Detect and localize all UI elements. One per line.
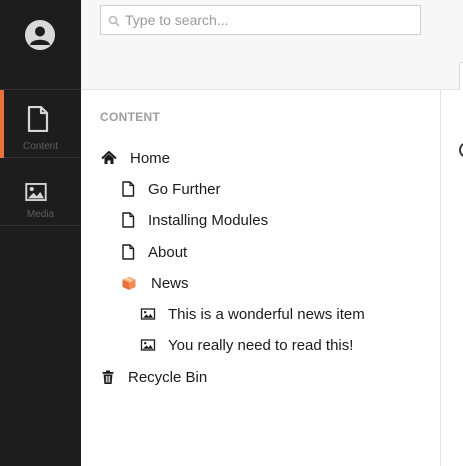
document-icon	[122, 181, 135, 197]
tree-node-label: About	[148, 243, 188, 261]
document-icon	[122, 212, 135, 228]
tree-node-label: News	[151, 274, 189, 292]
search-box[interactable]	[100, 5, 421, 35]
tree-node-news-item[interactable]: You really need to read this!	[140, 334, 353, 356]
avatar[interactable]	[25, 20, 55, 50]
tree-node-label: Recycle Bin	[128, 368, 208, 386]
tree-panel: CONTENT Home Go Further Installing Modul…	[81, 0, 441, 466]
tree-node-about[interactable]: About	[120, 241, 187, 263]
tree-node-news[interactable]: News	[121, 272, 189, 294]
tree-node-installing-modules[interactable]: Installing Modules	[120, 209, 268, 231]
trash-icon	[102, 370, 114, 384]
section-content[interactable]: Content	[0, 90, 81, 158]
search-icon	[108, 15, 120, 27]
loading-indicator	[459, 142, 463, 158]
image-icon	[25, 183, 47, 201]
section-media[interactable]: Media	[0, 158, 81, 226]
image-icon	[140, 308, 156, 320]
section-media-label: Media	[26, 209, 55, 220]
search-area	[81, 0, 441, 90]
document-icon	[122, 244, 135, 260]
image-icon	[140, 339, 156, 351]
tree-node-label: This is a wonderful news item	[168, 305, 365, 323]
tree-node-label: Go Further	[148, 180, 221, 198]
tree-node-go-further[interactable]: Go Further	[120, 178, 221, 200]
user-area	[0, 0, 81, 90]
search-input[interactable]	[125, 9, 415, 31]
workspace	[441, 0, 463, 466]
tree-heading: CONTENT	[100, 110, 161, 124]
document-icon	[27, 106, 49, 132]
tree-node-label: You really need to read this!	[168, 336, 354, 354]
tree-node-home[interactable]: Home	[101, 147, 170, 169]
tree-node-recycle-bin[interactable]: Recycle Bin	[100, 366, 207, 388]
home-icon	[101, 151, 117, 164]
app-sidebar: Content Media	[0, 0, 81, 466]
tree-node-label: Installing Modules	[148, 211, 269, 229]
workspace-tab[interactable]	[459, 62, 463, 90]
package-icon	[122, 276, 136, 290]
workspace-header	[441, 0, 463, 90]
tree-node-label: Home	[130, 149, 171, 167]
tree-node-news-item[interactable]: This is a wonderful news item	[140, 303, 365, 325]
section-content-label: Content	[22, 141, 59, 152]
